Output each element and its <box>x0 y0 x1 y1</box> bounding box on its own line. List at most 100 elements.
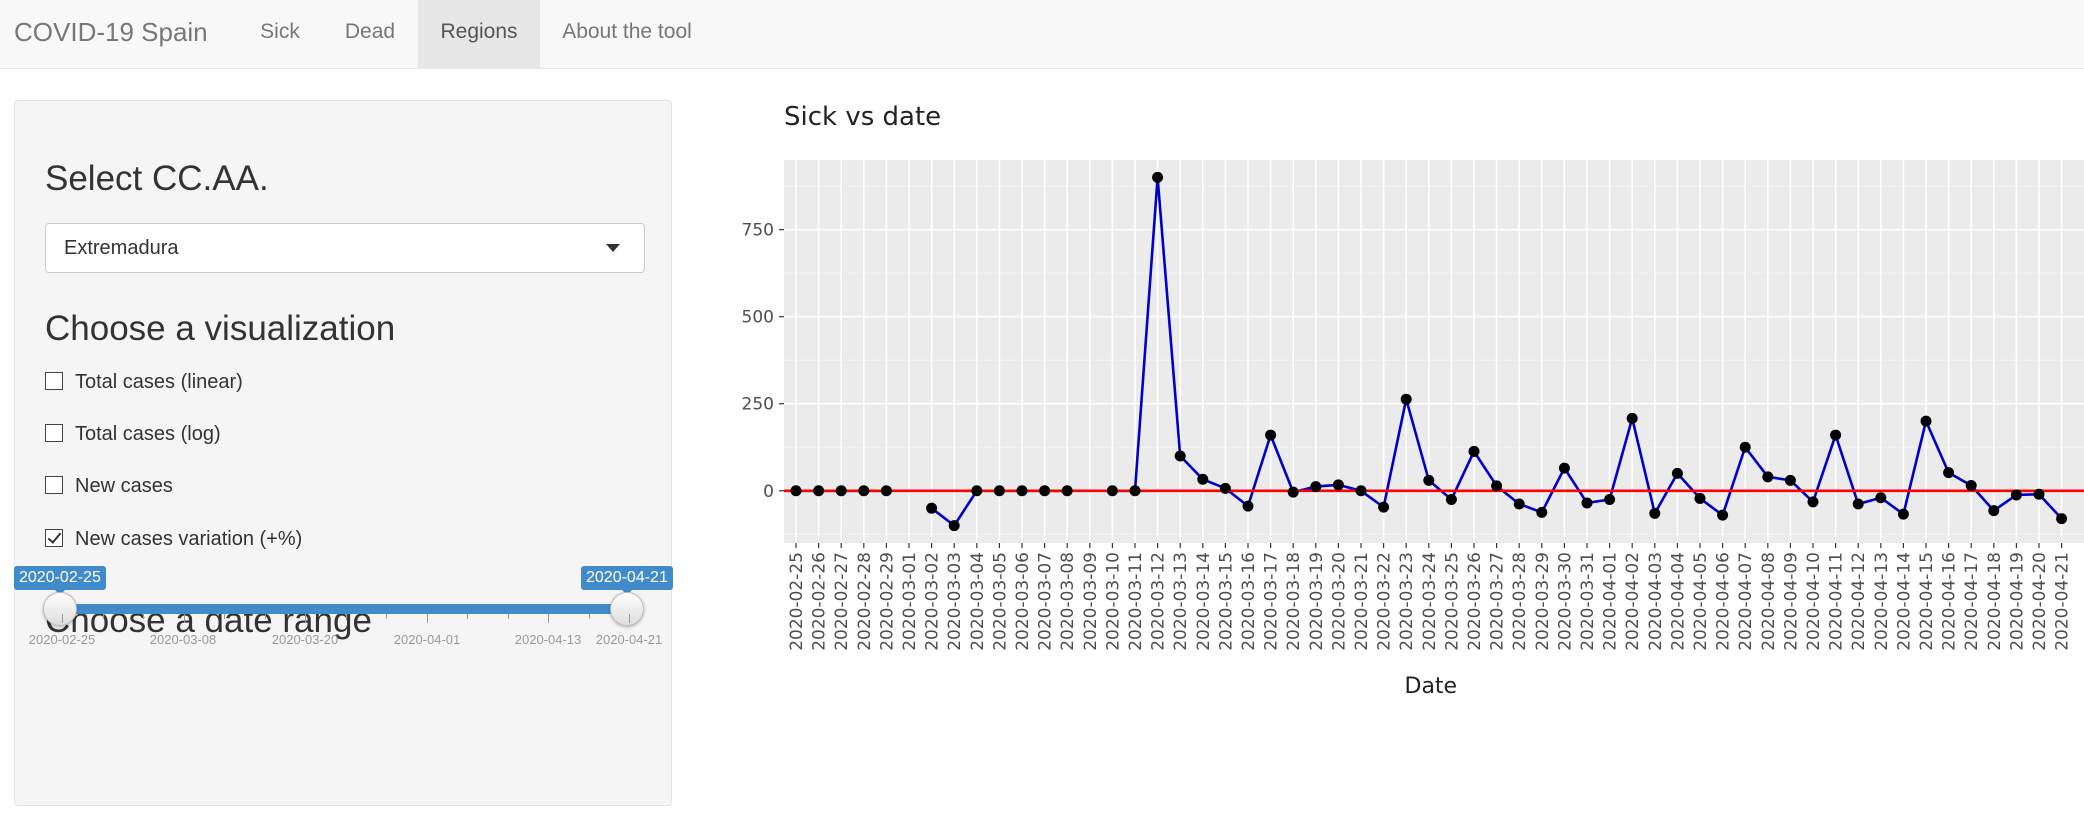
x-tick-label: 2020-04-21 <box>2053 552 2073 651</box>
data-point <box>1717 509 1729 521</box>
data-point <box>790 485 802 497</box>
x-axis-label: Date <box>1405 674 1458 699</box>
y-axis: 0 250 500 750 <box>742 221 784 502</box>
y-tick-label: 750 <box>742 221 774 241</box>
x-tick-label: 2020-04-01 <box>1601 552 1621 651</box>
data-point <box>971 485 983 497</box>
x-tick-label: 2020-03-21 <box>1352 552 1372 651</box>
data-point <box>813 485 825 497</box>
x-tick-label: 2020-03-22 <box>1375 552 1395 651</box>
x-tick-label: 2020-03-17 <box>1262 552 1282 651</box>
data-point <box>2010 489 2022 501</box>
data-point <box>1604 493 1616 505</box>
data-point <box>1965 480 1977 492</box>
data-point <box>1920 415 1932 427</box>
data-point <box>835 485 847 497</box>
x-tick-label: 2020-03-07 <box>1036 552 1056 651</box>
x-tick-label: 2020-04-19 <box>2007 552 2027 651</box>
x-tick-label: 2020-03-29 <box>1533 552 1553 651</box>
x-tick-label: 2020-03-14 <box>1194 552 1214 651</box>
data-point <box>1332 479 1344 491</box>
x-tick-label: 2020-03-20 <box>1329 552 1349 651</box>
x-tick-label: 2020-03-24 <box>1420 552 1440 651</box>
x-tick-label: 2020-03-12 <box>1149 552 1169 651</box>
x-tick-label: 2020-04-05 <box>1691 552 1711 651</box>
x-tick-label: 2020-03-18 <box>1284 552 1304 651</box>
x-tick-label: 2020-04-13 <box>1872 552 1892 651</box>
x-tick-label: 2020-03-10 <box>1103 552 1123 651</box>
x-tick-label: 2020-02-25 <box>787 552 807 651</box>
x-tick-label: 2020-04-20 <box>2030 552 2050 651</box>
data-point <box>1784 474 1796 486</box>
data-point <box>1852 498 1864 510</box>
data-point <box>1649 507 1661 519</box>
data-point <box>1129 485 1141 497</box>
x-tick-label: 2020-03-27 <box>1488 552 1508 651</box>
data-point <box>1558 462 1570 474</box>
data-point <box>1061 485 1073 497</box>
data-point <box>2056 513 2068 525</box>
data-point <box>1762 471 1774 483</box>
data-point <box>1174 450 1186 462</box>
data-point <box>1830 429 1842 441</box>
data-point <box>1016 485 1028 497</box>
data-point <box>1152 171 1164 183</box>
data-point <box>1694 492 1706 504</box>
data-point <box>1875 492 1887 504</box>
y-tick-label: 0 <box>763 482 774 502</box>
x-tick-label: 2020-04-11 <box>1827 552 1847 651</box>
x-tick-label: 2020-03-19 <box>1307 552 1327 651</box>
x-tick-label: 2020-03-11 <box>1126 552 1146 651</box>
data-point <box>1897 508 1909 520</box>
data-point <box>1671 467 1683 479</box>
data-point <box>993 485 1005 497</box>
data-point <box>1491 480 1503 492</box>
x-tick-label: 2020-03-04 <box>968 552 988 651</box>
x-tick-label: 2020-03-06 <box>1013 552 1033 651</box>
data-point <box>1536 506 1548 518</box>
y-tick-label: 250 <box>742 395 774 415</box>
data-point <box>1219 482 1231 494</box>
data-point <box>1739 441 1751 453</box>
x-tick-label: 2020-03-16 <box>1239 552 1259 651</box>
x-tick-label: 2020-04-07 <box>1736 552 1756 651</box>
x-tick-label: 2020-03-25 <box>1442 552 1462 651</box>
x-tick-label: 2020-02-27 <box>832 552 852 651</box>
x-tick-label: 2020-03-01 <box>900 552 920 651</box>
x-tick-label: 2020-03-13 <box>1171 552 1191 651</box>
data-point <box>858 485 870 497</box>
x-tick-label: 2020-03-05 <box>990 552 1010 651</box>
data-point <box>1310 481 1322 493</box>
data-point <box>948 520 960 532</box>
x-tick-label: 2020-04-14 <box>1894 552 1914 651</box>
x-tick-label: 2020-03-02 <box>923 552 943 651</box>
x-tick-label: 2020-03-23 <box>1397 552 1417 651</box>
data-point <box>1242 500 1254 512</box>
x-tick-label: 2020-04-16 <box>1940 552 1960 651</box>
data-point <box>1400 393 1412 405</box>
data-point <box>1378 501 1390 513</box>
x-tick-label: 2020-02-28 <box>855 552 875 651</box>
data-point <box>926 502 938 514</box>
data-point <box>1626 412 1638 424</box>
data-point <box>1943 467 1955 479</box>
data-point <box>1423 474 1435 486</box>
x-tick-label: 2020-04-03 <box>1646 552 1666 651</box>
x-tick-label: 2020-03-08 <box>1058 552 1078 651</box>
x-tick-label: 2020-03-03 <box>945 552 965 651</box>
data-point <box>1106 485 1118 497</box>
data-point <box>1355 485 1367 497</box>
x-tick-label: 2020-03-09 <box>1081 552 1101 651</box>
data-point <box>1468 445 1480 457</box>
data-point <box>1988 505 2000 517</box>
x-tick-label: 2020-04-02 <box>1623 552 1643 651</box>
x-axis: 2020-02-25 2020-02-26 2020-02-27 2020-02-28… <box>787 543 2073 651</box>
data-point <box>1513 498 1525 510</box>
x-tick-label: 2020-03-31 <box>1578 552 1598 651</box>
x-tick-label: 2020-03-28 <box>1510 552 1530 651</box>
x-tick-label: 2020-04-18 <box>1985 552 2005 651</box>
data-point <box>1287 486 1299 498</box>
sick-vs-date-chart: 0250500750 2020-02-25 2020-02-26 2020-02-2… <box>742 160 2084 699</box>
x-tick-label: 2020-02-26 <box>810 552 830 651</box>
data-point <box>1197 473 1209 485</box>
